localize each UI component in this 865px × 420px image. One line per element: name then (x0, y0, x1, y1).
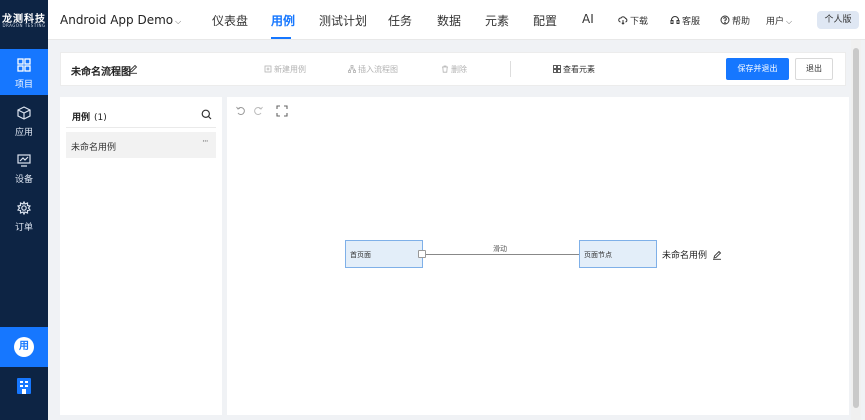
edition-badge[interactable]: 个人版 (817, 11, 859, 29)
download-label: 下载 (630, 17, 649, 27)
brand-logo: 龙测科技 DRAGON TESTING (0, 0, 48, 40)
vertical-scrollbar[interactable] (851, 40, 861, 420)
case-label: 未命名用例 (662, 251, 708, 261)
flow-edge[interactable] (426, 254, 579, 255)
grid-icon (553, 65, 561, 73)
node-label: 首页面 (350, 251, 371, 259)
panel-title-label: 用例 (72, 113, 91, 123)
app-name: Android App Demo (60, 13, 174, 27)
avatar[interactable]: 用 (14, 337, 34, 357)
flow-toolbar: 未命名流程图 新建用例 插入流程图 删除 查看元素 保存并退出 退出 (60, 52, 846, 86)
edit-icon[interactable] (128, 64, 138, 74)
user-avatar-slot[interactable]: 用 (0, 327, 48, 367)
service-button[interactable]: 客服 (670, 14, 700, 27)
panel-title: 用例 (1) (72, 110, 107, 123)
help-label: 帮助 (732, 17, 751, 27)
new-file-icon (264, 65, 272, 73)
list-item[interactable]: 未命名用例 ··· (66, 132, 216, 158)
connection-port[interactable] (418, 250, 426, 258)
case-count: (1) (94, 113, 107, 123)
top-header: Android App Demo ⌵ 仪表盘 用例 测试计划 任务 数据 元素 配… (48, 0, 865, 40)
chevron-down-icon: ⌵ (786, 17, 793, 26)
search-icon[interactable] (201, 109, 212, 120)
chevron-down-icon: ⌵ (175, 17, 182, 26)
tab-elements[interactable]: 元素 (485, 12, 509, 29)
delete-button[interactable]: 删除 (441, 64, 467, 75)
rail-item-label: 应用 (14, 128, 33, 138)
user-label: 用户 (766, 17, 785, 27)
insert-flow-label: 插入流程图 (358, 65, 398, 74)
edit-icon[interactable] (712, 250, 722, 260)
trash-icon (442, 65, 448, 73)
fullscreen-icon[interactable] (276, 105, 288, 117)
service-label: 客服 (682, 17, 701, 27)
tab-data[interactable]: 数据 (437, 12, 461, 29)
cloud-download-icon (618, 16, 628, 25)
headset-icon (670, 16, 680, 24)
user-menu[interactable]: 用户 ⌵ (766, 14, 792, 27)
rail-item-label: 项目 (14, 80, 33, 90)
edge-label: 滑动 (493, 245, 507, 253)
rail-item-project[interactable]: 项目 (0, 49, 48, 95)
delete-label: 删除 (451, 65, 467, 74)
building-icon[interactable] (15, 377, 33, 395)
flow-node-page[interactable]: 页面节点 (579, 240, 657, 268)
tab-tasks[interactable]: 任务 (388, 12, 412, 29)
undo-icon[interactable] (235, 105, 247, 117)
rail-item-label: 设备 (14, 175, 33, 185)
active-tab-indicator (271, 37, 291, 39)
rail-item-devices[interactable]: 设备 (0, 144, 48, 190)
tab-config[interactable]: 配置 (533, 12, 557, 29)
rail-item-label: 订单 (14, 223, 33, 233)
node-label: 页面节点 (584, 251, 612, 259)
view-elements-label: 查看元素 (563, 65, 595, 74)
more-options-icon[interactable]: ··· (202, 137, 209, 147)
new-case-label: 新建用例 (274, 65, 306, 74)
tab-test-plan[interactable]: 测试计划 (319, 12, 367, 29)
tab-cases[interactable]: 用例 (271, 12, 295, 29)
view-elements-button[interactable]: 查看元素 (553, 64, 595, 75)
redo-icon[interactable] (252, 105, 264, 117)
flow-canvas[interactable]: 首页面 滑动 页面节点 未命名用例 (227, 97, 849, 415)
brand-name-en: DRAGON TESTING (2, 23, 46, 28)
divider (66, 127, 216, 128)
flow-node-home[interactable]: 首页面 (345, 240, 423, 268)
new-case-button[interactable]: 新建用例 (264, 64, 306, 75)
scrollbar-thumb[interactable] (853, 48, 859, 408)
monitor-icon (17, 154, 31, 167)
rail-item-orders[interactable]: 订单 (0, 192, 48, 238)
toolbar-divider (510, 61, 511, 77)
flow-title: 未命名流程图 (71, 67, 131, 78)
download-button[interactable]: 下载 (618, 14, 648, 27)
tab-dashboard[interactable]: 仪表盘 (212, 12, 248, 29)
gear-icon (17, 201, 31, 215)
flowchart-icon (348, 65, 356, 73)
help-icon (720, 15, 730, 25)
grid-icon (17, 58, 31, 72)
exit-button[interactable]: 退出 (795, 58, 833, 80)
tab-ai[interactable]: AI (582, 12, 594, 26)
cube-icon (17, 106, 31, 120)
case-list-panel: 用例 (1) 未命名用例 ··· (60, 97, 222, 415)
app-selector[interactable]: Android App Demo ⌵ (60, 13, 181, 27)
insert-flow-button[interactable]: 插入流程图 (348, 64, 398, 75)
save-and-exit-button[interactable]: 保存并退出 (726, 58, 789, 80)
rail-item-apps[interactable]: 应用 (0, 97, 48, 143)
help-button[interactable]: 帮助 (720, 14, 750, 27)
left-rail: 龙测科技 DRAGON TESTING 项目 应用 设备 订单 用 (0, 0, 48, 420)
case-name: 未命名用例 (71, 143, 117, 153)
